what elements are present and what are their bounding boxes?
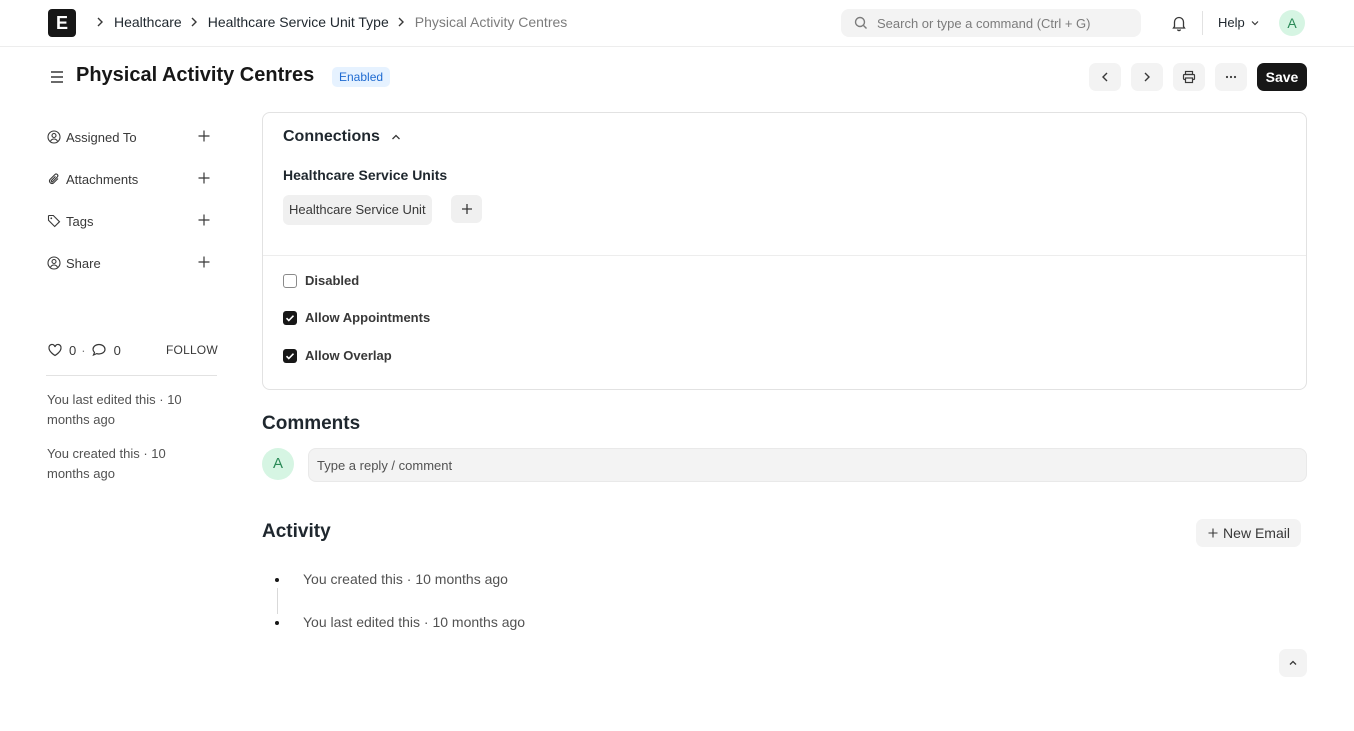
sidebar-divider [46, 375, 217, 376]
navbar: E Healthcare Healthcare Service Unit Typ… [0, 0, 1354, 47]
chevron-right-icon [97, 17, 103, 27]
chevron-up-icon [1289, 660, 1297, 665]
allow-appointments-checkbox-field[interactable]: Allow Appointments [283, 310, 430, 325]
plus-icon [461, 204, 472, 214]
comments-title: Comments [262, 413, 361, 434]
check-icon [285, 314, 295, 322]
new-email-label: New Email [1223, 525, 1290, 541]
sidebar-item-assigned-to[interactable]: Assigned To [47, 127, 217, 147]
sidebar-item-share[interactable]: Share [47, 253, 217, 273]
plus-icon[interactable] [197, 129, 211, 143]
section-divider [263, 255, 1306, 256]
allow-overlap-label: Allow Overlap [305, 348, 392, 363]
allow-appointments-checkbox[interactable] [283, 310, 297, 325]
share-user-icon [47, 256, 61, 270]
plus-icon[interactable] [197, 171, 211, 185]
timeline-dot [275, 621, 279, 625]
allow-overlap-checkbox[interactable] [283, 348, 297, 363]
scroll-to-top-button[interactable] [1279, 649, 1307, 677]
sidebar-toggle-icon[interactable] [49, 69, 65, 85]
sidebar-item-label: Share [66, 255, 101, 271]
status-badge: Enabled [332, 67, 391, 87]
more-actions-button[interactable] [1215, 63, 1247, 91]
sidebar-item-attachments[interactable]: Attachments [47, 169, 217, 189]
disabled-checkbox[interactable] [283, 273, 297, 288]
comment-icon[interactable] [91, 342, 107, 358]
app-logo[interactable]: E [48, 9, 76, 37]
comment-box[interactable] [308, 448, 1307, 482]
tag-icon [47, 214, 61, 228]
likes-count: 0 [69, 342, 77, 358]
search-bar[interactable] [841, 9, 1141, 37]
connections-title: Connections [283, 128, 380, 145]
created-note: You created this · 10 months ago [47, 446, 166, 481]
help-dropdown[interactable]: Help [1218, 15, 1261, 30]
help-label: Help [1218, 15, 1245, 30]
prev-record-button[interactable] [1089, 63, 1121, 91]
paperclip-icon [48, 173, 59, 185]
breadcrumb: Healthcare Healthcare Service Unit Type … [88, 14, 567, 30]
plus-icon[interactable] [197, 213, 211, 227]
comments-count: 0 [113, 342, 121, 358]
assign-user-icon [47, 130, 61, 144]
print-button[interactable] [1173, 63, 1205, 91]
save-button[interactable]: Save [1257, 63, 1307, 91]
allow-appointments-label: Allow Appointments [305, 310, 431, 325]
disabled-label: Disabled [305, 273, 360, 288]
connections-group-title: Healthcare Service Units [283, 167, 448, 183]
activity-title: Activity [262, 521, 331, 542]
breadcrumb-service-unit-type[interactable]: Healthcare Service Unit Type [208, 14, 389, 30]
separator-dot: · [81, 342, 86, 358]
chevron-left-icon [1102, 72, 1108, 82]
allow-overlap-checkbox-field[interactable]: Allow Overlap [283, 348, 392, 363]
navbar-divider [1202, 11, 1203, 35]
sidebar-item-label: Tags [66, 213, 94, 229]
printer-icon [1182, 70, 1196, 84]
next-record-button[interactable] [1131, 63, 1163, 91]
chevron-up-icon [391, 134, 400, 140]
breadcrumb-healthcare[interactable]: Healthcare [114, 14, 182, 30]
comment-avatar: A [262, 448, 294, 480]
chevron-right-icon [1144, 72, 1150, 82]
timeline-line [277, 588, 278, 614]
search-icon [854, 16, 867, 29]
activity-item: You last edited this · 10 months ago [303, 614, 526, 630]
bell-icon[interactable] [1170, 14, 1188, 32]
sidebar-item-tags[interactable]: Tags [47, 211, 217, 231]
heart-icon[interactable] [47, 342, 63, 358]
sidebar-item-label: Attachments [66, 171, 139, 187]
add-connection-button[interactable] [451, 195, 482, 223]
comment-input[interactable] [309, 449, 1306, 481]
follow-button[interactable]: FOLLOW [166, 343, 218, 357]
linked-doctype-pill[interactable]: Healthcare Service Unit [283, 195, 432, 225]
breadcrumb-current[interactable]: Physical Activity Centres [415, 14, 568, 30]
last-edited-note: You last edited this · 10 months ago [47, 392, 182, 427]
chevron-right-icon [398, 17, 404, 27]
likes-comments-counter: 0 · 0 [47, 342, 121, 358]
sidebar-item-label: Assigned To [66, 129, 137, 145]
new-email-button[interactable]: New Email [1196, 519, 1301, 547]
plus-icon[interactable] [197, 255, 211, 269]
check-icon [285, 352, 295, 360]
activity-item: You created this · 10 months ago [303, 571, 508, 587]
form-card: Connections Healthcare Service Units Hea… [262, 112, 1307, 390]
chevron-down-icon [1251, 20, 1259, 25]
chevron-right-icon [191, 17, 197, 27]
page-title: Physical Activity Centres [76, 64, 315, 86]
more-horizontal-icon [1225, 75, 1237, 79]
user-avatar[interactable]: A [1279, 10, 1305, 36]
search-input[interactable] [877, 9, 1133, 37]
timeline-dot [275, 578, 279, 582]
connections-header[interactable]: Connections [283, 128, 402, 146]
disabled-checkbox-field[interactable]: Disabled [283, 273, 359, 288]
plus-icon [1208, 528, 1218, 538]
